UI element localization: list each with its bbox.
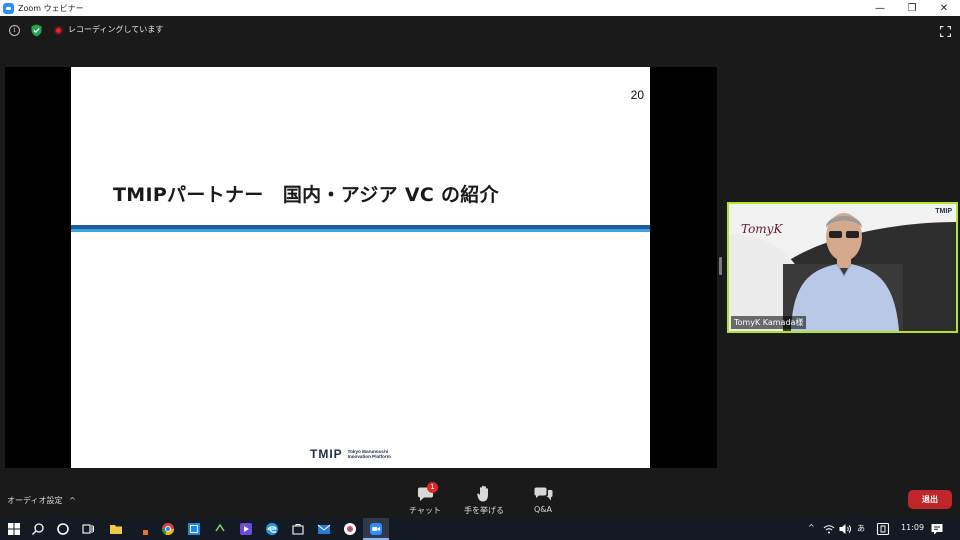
- file-explorer-icon[interactable]: [109, 522, 123, 536]
- window-controls: — ❐ ✕: [864, 0, 960, 16]
- audio-settings-label: オーディオ設定: [7, 496, 63, 505]
- tmip-logo-sub-line1: Tokyo Marunouchi: [347, 448, 389, 454]
- recording-icon: [54, 26, 63, 35]
- office-app-icon[interactable]: [137, 522, 151, 536]
- recording-status: レコーディングしています: [68, 25, 164, 34]
- slide-title: TMIPパートナー 国内・アジア VC の紹介: [113, 184, 499, 206]
- qa-button[interactable]: Q&A: [513, 484, 573, 514]
- fullscreen-icon[interactable]: [940, 26, 951, 37]
- slide-divider-light: [71, 229, 650, 232]
- window-titlebar: Zoom ウェビナー — ❐ ✕: [0, 0, 960, 16]
- leave-button[interactable]: 退出: [908, 490, 952, 509]
- shield-icon[interactable]: [31, 24, 42, 37]
- taskbar-clock[interactable]: 11:09: [901, 523, 924, 532]
- tmip-logo-subtitle: Tokyo Marunouchi Innovation Platform: [348, 449, 391, 460]
- shared-screen[interactable]: 20 TMIPパートナー 国内・アジア VC の紹介 TMIP Tokyo Ma…: [5, 67, 717, 468]
- restore-button[interactable]: ❐: [896, 0, 928, 16]
- meeting-controls-bar: オーディオ設定 ^ 1 チャット 手を挙げる Q&A 退出: [0, 478, 960, 518]
- raise-hand-button[interactable]: 手を挙げる: [454, 484, 514, 516]
- window-title: Zoom ウェビナー: [18, 3, 84, 13]
- presentation-slide: 20 TMIPパートナー 国内・アジア VC の紹介 TMIP Tokyo Ma…: [71, 67, 650, 468]
- notification-center-icon[interactable]: [930, 522, 944, 536]
- meeting-topbar: i レコーディングしています: [0, 16, 960, 46]
- app-video-icon[interactable]: [239, 522, 253, 536]
- close-button[interactable]: ✕: [928, 0, 960, 16]
- tmip-footer-logo: TMIP Tokyo Marunouchi Innovation Platfor…: [310, 447, 391, 461]
- participant-video-tile[interactable]: TMIP TomyK TomyK Kamada様: [727, 202, 958, 333]
- zoom-taskbar-icon[interactable]: [369, 522, 383, 536]
- chat-unread-badge: 1: [427, 482, 438, 493]
- zoom-app-icon: [3, 2, 14, 14]
- chat-button[interactable]: 1 チャット: [395, 482, 455, 516]
- tmip-logo-mark: TMIP: [310, 447, 343, 461]
- app-edge-green-icon[interactable]: [213, 522, 227, 536]
- qa-icon: [534, 487, 552, 501]
- hand-icon: [477, 485, 488, 502]
- participant-name: TomyK Kamada様: [731, 316, 807, 329]
- ime-pad-icon[interactable]: [876, 522, 890, 536]
- search-icon[interactable]: [31, 522, 45, 536]
- chrome-icon[interactable]: [161, 522, 175, 536]
- panel-splitter-handle[interactable]: [719, 257, 722, 275]
- photos-app-icon[interactable]: [343, 522, 357, 536]
- qa-label: Q&A: [533, 505, 552, 514]
- windows-taskbar: ^ あ 11:09: [0, 518, 960, 540]
- ime-indicator[interactable]: あ: [857, 523, 865, 534]
- edge-browser-icon[interactable]: [265, 522, 279, 536]
- audio-settings-button[interactable]: オーディオ設定 ^: [7, 495, 76, 506]
- chevron-up-icon: ^: [69, 496, 76, 505]
- wifi-icon[interactable]: [822, 522, 836, 536]
- tray-chevron-up-icon[interactable]: ^: [808, 523, 815, 532]
- raise-hand-label: 手を挙げる: [464, 506, 504, 515]
- windows-start-icon[interactable]: [7, 522, 21, 536]
- store-icon[interactable]: [291, 522, 305, 536]
- app-calendar-icon[interactable]: [187, 522, 201, 536]
- slide-page-number: 20: [630, 88, 644, 102]
- minimize-button[interactable]: —: [864, 0, 896, 16]
- volume-icon[interactable]: [838, 522, 852, 536]
- tomyk-backdrop-logo: TomyK: [741, 222, 783, 236]
- tmip-backdrop-logo: TMIP: [935, 208, 952, 215]
- task-view-icon[interactable]: [81, 522, 95, 536]
- info-icon[interactable]: i: [9, 25, 20, 36]
- chat-label: チャット: [409, 506, 441, 515]
- mail-app-icon[interactable]: [317, 522, 331, 536]
- cortana-icon[interactable]: [56, 522, 70, 536]
- tmip-logo-sub-line2: Innovation Platform: [347, 454, 391, 459]
